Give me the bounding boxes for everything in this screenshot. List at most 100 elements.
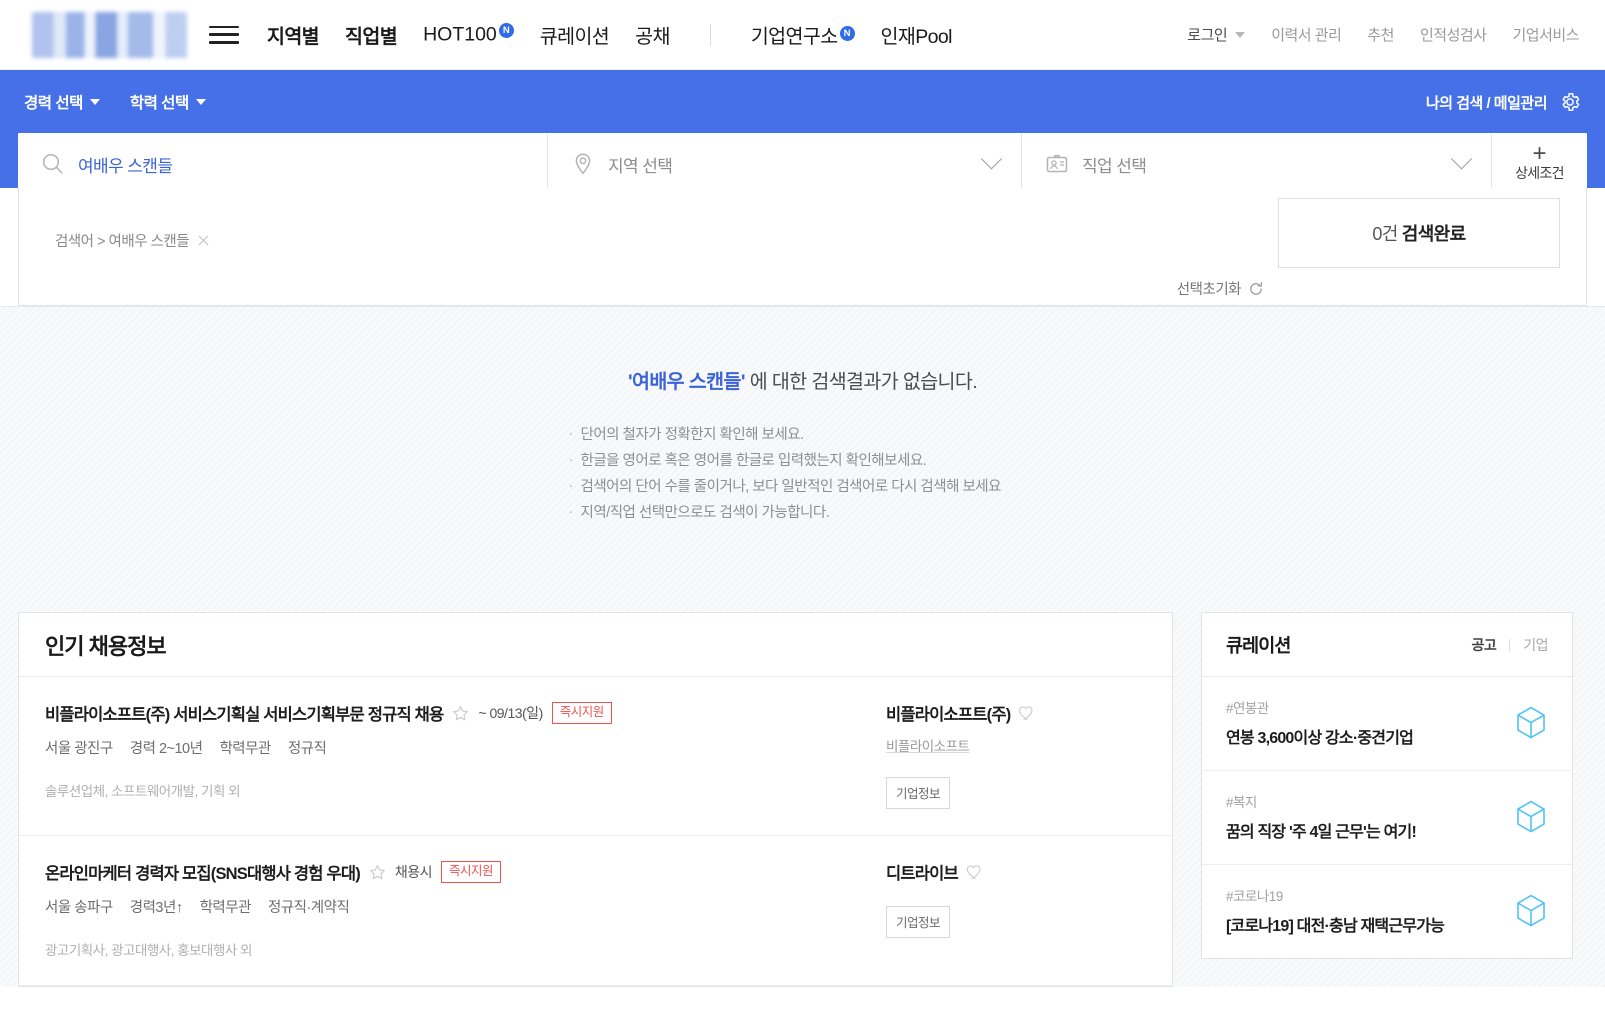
company-name[interactable]: 비플라이소프트(주) (886, 701, 1011, 725)
nav-item-company-lab-label: 기업연구소 (750, 26, 838, 48)
nav-item-company-lab[interactable]: 기업연구소 N (751, 20, 855, 49)
company-name[interactable]: 디트라이브 (886, 860, 959, 884)
status-badge: 즉시지원 (441, 861, 502, 883)
curation-item-tag: #연봉관 (1226, 701, 1269, 716)
company-info-button[interactable]: 기업정보 (886, 906, 951, 938)
chevron-down-icon (1235, 31, 1246, 38)
new-badge-icon: N (498, 22, 514, 38)
job-deadline: 채용시 (394, 864, 433, 880)
heart-icon[interactable] (966, 864, 983, 880)
nav-divider (709, 23, 711, 46)
search-bar-top-right: 나의 검색 / 메일관리 (1426, 91, 1581, 113)
job-meta: 서울 송파구 경력3년↑ 학력무관 정규직·계약직 (45, 896, 878, 917)
refresh-icon (1250, 281, 1263, 295)
curation-item-title: 꿈의 직장 '주 4일 근무'는 여기! (1226, 824, 1417, 841)
keyword-search-input[interactable]: 여배우 스캔들 (78, 152, 173, 177)
no-result-section: '여배우 스캔들' 에 대한 검색결과가 없습니다. 단어의 철자가 정확한지 … (0, 306, 1605, 590)
job-info: 비플라이소프트(주) 서비스기획실 서비스기획부문 정규직 채용 ~ 09/13… (45, 701, 878, 809)
advanced-filter-label: 상세조건 (1515, 165, 1564, 181)
reset-filters-button[interactable]: 선택초기화 (1177, 278, 1264, 299)
curation-panel: 큐레이션 공고 기업 #연봉관 연봉 3,600이상 강소·중견기업 #복지 꿈… (1201, 612, 1573, 959)
utility-item-recommend[interactable]: 추천 (1367, 24, 1394, 45)
primary-nav: 지역별 직업별 HOT100 N 큐레이션 공채 기업연구소 N 인재Pool (267, 20, 952, 49)
utility-item-resume[interactable]: 이력서 관리 (1271, 24, 1342, 45)
company-info: 디트라이브 기업정보 (878, 860, 1146, 959)
chevron-down-icon (980, 147, 1003, 169)
popular-jobs-panel: 인기 채용정보 비플라이소프트(주) 서비스기획실 서비스기획부문 정규직 채용… (18, 612, 1173, 987)
star-bookmark-icon[interactable] (369, 864, 386, 881)
no-result-title: '여배우 스캔들' 에 대한 검색결과가 없습니다. (0, 365, 1605, 394)
job-deadline: ~ 09/13(일) (478, 705, 543, 721)
utility-item-company-service[interactable]: 기업서비스 (1512, 24, 1579, 45)
company-info: 비플라이소프트(주) 비플라이소프트 기업정보 (878, 701, 1146, 809)
remove-keyword-icon[interactable] (197, 234, 210, 247)
list-item: 한글을 영어로 혹은 영어를 한글로 입력했는지 확인해보세요. (568, 447, 1038, 474)
reset-filters-label: 선택초기화 (1176, 282, 1242, 298)
id-card-icon (1046, 154, 1068, 173)
job-categories: 솔루션업체, 소프트웨어개발, 기획 외 (45, 784, 241, 799)
region-select-field[interactable]: 지역 선택 (548, 133, 1022, 195)
job-meta: 서울 광진구 경력 2~10년 학력무관 정규직 (45, 737, 878, 758)
company-subtitle: 비플라이소프트 (886, 739, 970, 754)
nav-item-hot100[interactable]: HOT100 N (423, 22, 514, 47)
nav-item-region[interactable]: 지역별 (267, 20, 320, 49)
nav-item-talent-pool[interactable]: 인재Pool (881, 20, 953, 49)
login-label: 로그인 (1187, 27, 1228, 44)
career-select-dropdown[interactable]: 경력 선택 (24, 91, 100, 113)
chevron-down-icon (89, 99, 100, 105)
tab-postings[interactable]: 공고 (1471, 635, 1496, 655)
curation-item-text: #복지 꿈의 직장 '주 4일 근무'는 여기! (1226, 791, 1504, 842)
list-item[interactable]: #코로나19 [코로나19] 대전·충남 재택근무가능 (1202, 865, 1572, 958)
list-item[interactable]: #복지 꿈의 직장 '주 4일 근무'는 여기! (1202, 771, 1572, 865)
tab-divider (1509, 638, 1511, 651)
table-row[interactable]: 온라인마케터 경력자 모집(SNS대행사 경험 우대) 채용시 즉시지원 서울 … (19, 836, 1172, 986)
curation-tabs: 공고 기업 (1471, 635, 1548, 655)
star-bookmark-icon[interactable] (452, 705, 469, 722)
advanced-filter-button[interactable]: + 상세조건 (1492, 133, 1587, 195)
education-select-label: 학력 선택 (129, 95, 189, 112)
result-count-box: 0건 검색완료 (1278, 198, 1560, 268)
chevron-down-icon (195, 99, 206, 105)
table-row[interactable]: 비플라이소프트(주) 서비스기획실 서비스기획부문 정규직 채용 ~ 09/13… (19, 677, 1172, 836)
curation-title: 큐레이션 (1226, 634, 1291, 656)
job-title[interactable]: 비플라이소프트(주) 서비스기획실 서비스기획부문 정규직 채용 (45, 701, 444, 725)
login-link[interactable]: 로그인 (1187, 24, 1246, 45)
company-name-line: 비플라이소프트(주) (886, 701, 1146, 725)
search-fields: 여배우 스캔들 지역 선택 직업 선택 + 상세조건 (18, 133, 1587, 195)
curation-item-tag: #복지 (1226, 795, 1257, 810)
nav-item-job[interactable]: 직업별 (345, 20, 398, 49)
search-icon (42, 153, 63, 174)
cube-icon (1517, 800, 1545, 832)
list-item[interactable]: #연봉관 연봉 3,600이상 강소·중견기업 (1202, 677, 1572, 771)
list-item: 단어의 철자가 정확한지 확인해 보세요. (568, 421, 1038, 448)
search-bar-top-row: 경력 선택 학력 선택 나의 검색 / 메일관리 (18, 86, 1587, 118)
job-education: 학력무관 (219, 741, 271, 757)
keyword-search-field[interactable]: 여배우 스캔들 (18, 133, 548, 195)
nav-item-curation[interactable]: 큐레이션 (540, 20, 610, 49)
education-select-dropdown[interactable]: 학력 선택 (130, 91, 206, 113)
cube-icon (1517, 706, 1545, 738)
tab-companies[interactable]: 기업 (1523, 635, 1548, 655)
location-pin-icon (575, 153, 591, 175)
page-title: 인기 채용정보 (45, 633, 167, 659)
job-title-line: 온라인마케터 경력자 모집(SNS대행사 경험 우대) 채용시 즉시지원 (45, 860, 878, 884)
site-logo[interactable] (32, 11, 187, 58)
gear-icon[interactable] (1559, 91, 1581, 113)
my-search-mail-link[interactable]: 나의 검색 / 메일관리 (1426, 92, 1548, 113)
heart-icon[interactable] (1018, 705, 1035, 721)
status-badge: 즉시지원 (551, 702, 612, 724)
job-title[interactable]: 온라인마케터 경력자 모집(SNS대행사 경험 우대) (45, 860, 361, 884)
plus-icon: + (1532, 140, 1547, 167)
nav-item-open-recruit[interactable]: 공채 (635, 20, 670, 49)
main-content: 인기 채용정보 비플라이소프트(주) 서비스기획실 서비스기획부문 정규직 채용… (0, 590, 1605, 987)
curation-item-text: #연봉관 연봉 3,600이상 강소·중견기업 (1226, 697, 1504, 748)
result-status-label: 검색완료 (1401, 224, 1466, 244)
utility-item-aptitude-test[interactable]: 인적성검사 (1420, 24, 1487, 45)
job-categories: 광고기획사, 광고대행사, 홍보대행사 외 (45, 943, 252, 958)
company-info-button[interactable]: 기업정보 (886, 777, 951, 809)
menu-hamburger-icon[interactable] (209, 24, 239, 46)
job-location: 서울 송파구 (45, 900, 113, 916)
job-select-field[interactable]: 직업 선택 (1022, 133, 1492, 195)
no-result-tips: 단어의 철자가 정확한지 확인해 보세요. 한글을 영어로 혹은 영어를 한글로… (568, 421, 1038, 526)
job-education: 학력무관 (199, 900, 252, 916)
